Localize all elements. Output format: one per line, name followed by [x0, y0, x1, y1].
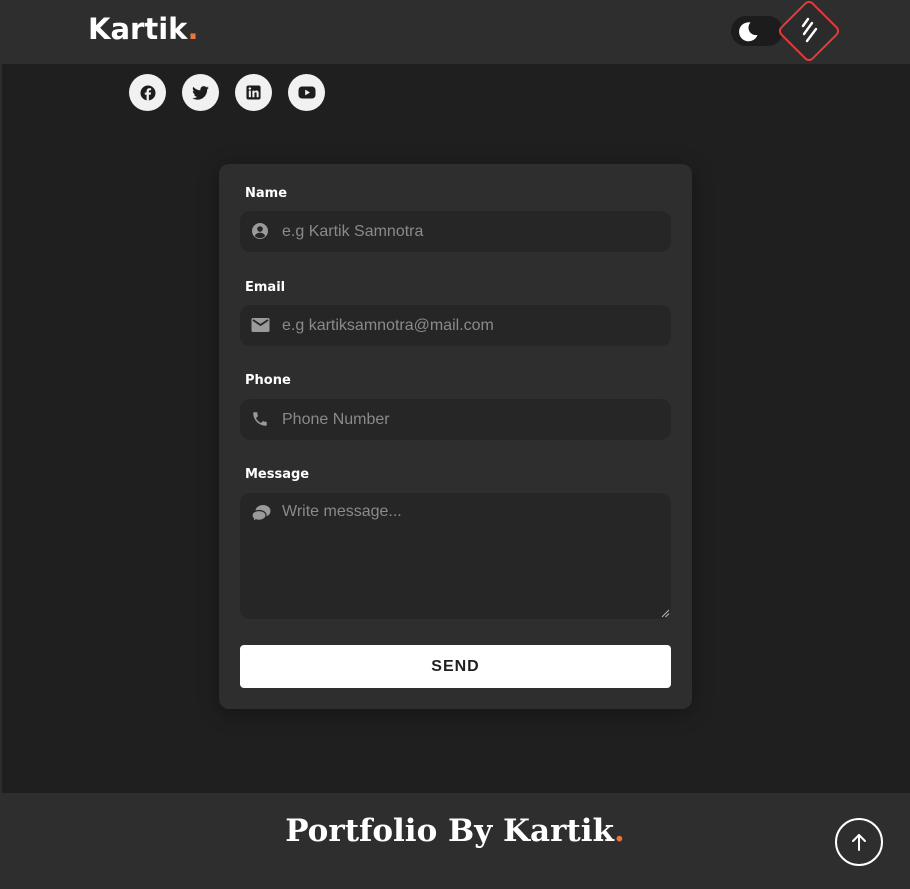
mail-icon [251, 318, 270, 332]
email-label: Email [245, 280, 286, 295]
theme-toggle[interactable] [731, 16, 783, 46]
phone-input[interactable] [282, 399, 662, 440]
email-input[interactable] [282, 305, 662, 346]
footer-dot: . [614, 813, 625, 849]
page-edge [0, 64, 2, 793]
linkedin-icon [246, 85, 261, 100]
youtube-link[interactable] [288, 74, 325, 111]
facebook-icon [140, 85, 155, 100]
user-icon [252, 223, 268, 239]
facebook-link[interactable] [129, 74, 166, 111]
logo-dot: . [187, 12, 199, 46]
footer-text: Portfolio By Kartik [285, 813, 614, 849]
footer-title: Portfolio By Kartik. [0, 813, 910, 849]
name-input[interactable] [282, 211, 662, 252]
social-links [129, 74, 325, 111]
contact-form: Name Email Phone Message [219, 164, 692, 709]
resize-handle-icon[interactable] [661, 609, 670, 618]
phone-icon [253, 412, 267, 426]
phone-label: Phone [245, 373, 291, 388]
name-label: Name [245, 186, 288, 201]
message-textarea[interactable] [282, 502, 662, 612]
youtube-icon [298, 86, 315, 99]
twitter-link[interactable] [182, 74, 219, 111]
logo-text: Kartik [88, 12, 188, 46]
site-header: Kartik. [0, 0, 910, 64]
phone-field-wrapper [240, 399, 671, 440]
send-button[interactable]: SEND [240, 645, 671, 688]
message-label: Message [245, 467, 310, 482]
menu-button[interactable] [776, 0, 842, 64]
name-field-wrapper [240, 211, 671, 252]
menu-lines-icon [801, 17, 818, 43]
site-logo[interactable]: Kartik. [88, 12, 198, 46]
arrow-up-icon [852, 834, 866, 851]
scroll-to-top-button[interactable] [835, 818, 883, 866]
email-field-wrapper [240, 305, 671, 346]
moon-icon [739, 22, 758, 42]
site-footer: Portfolio By Kartik. [0, 793, 910, 889]
message-field-wrapper [240, 493, 671, 619]
chat-icon [251, 505, 271, 522]
linkedin-link[interactable] [235, 74, 272, 111]
twitter-icon [192, 85, 209, 100]
